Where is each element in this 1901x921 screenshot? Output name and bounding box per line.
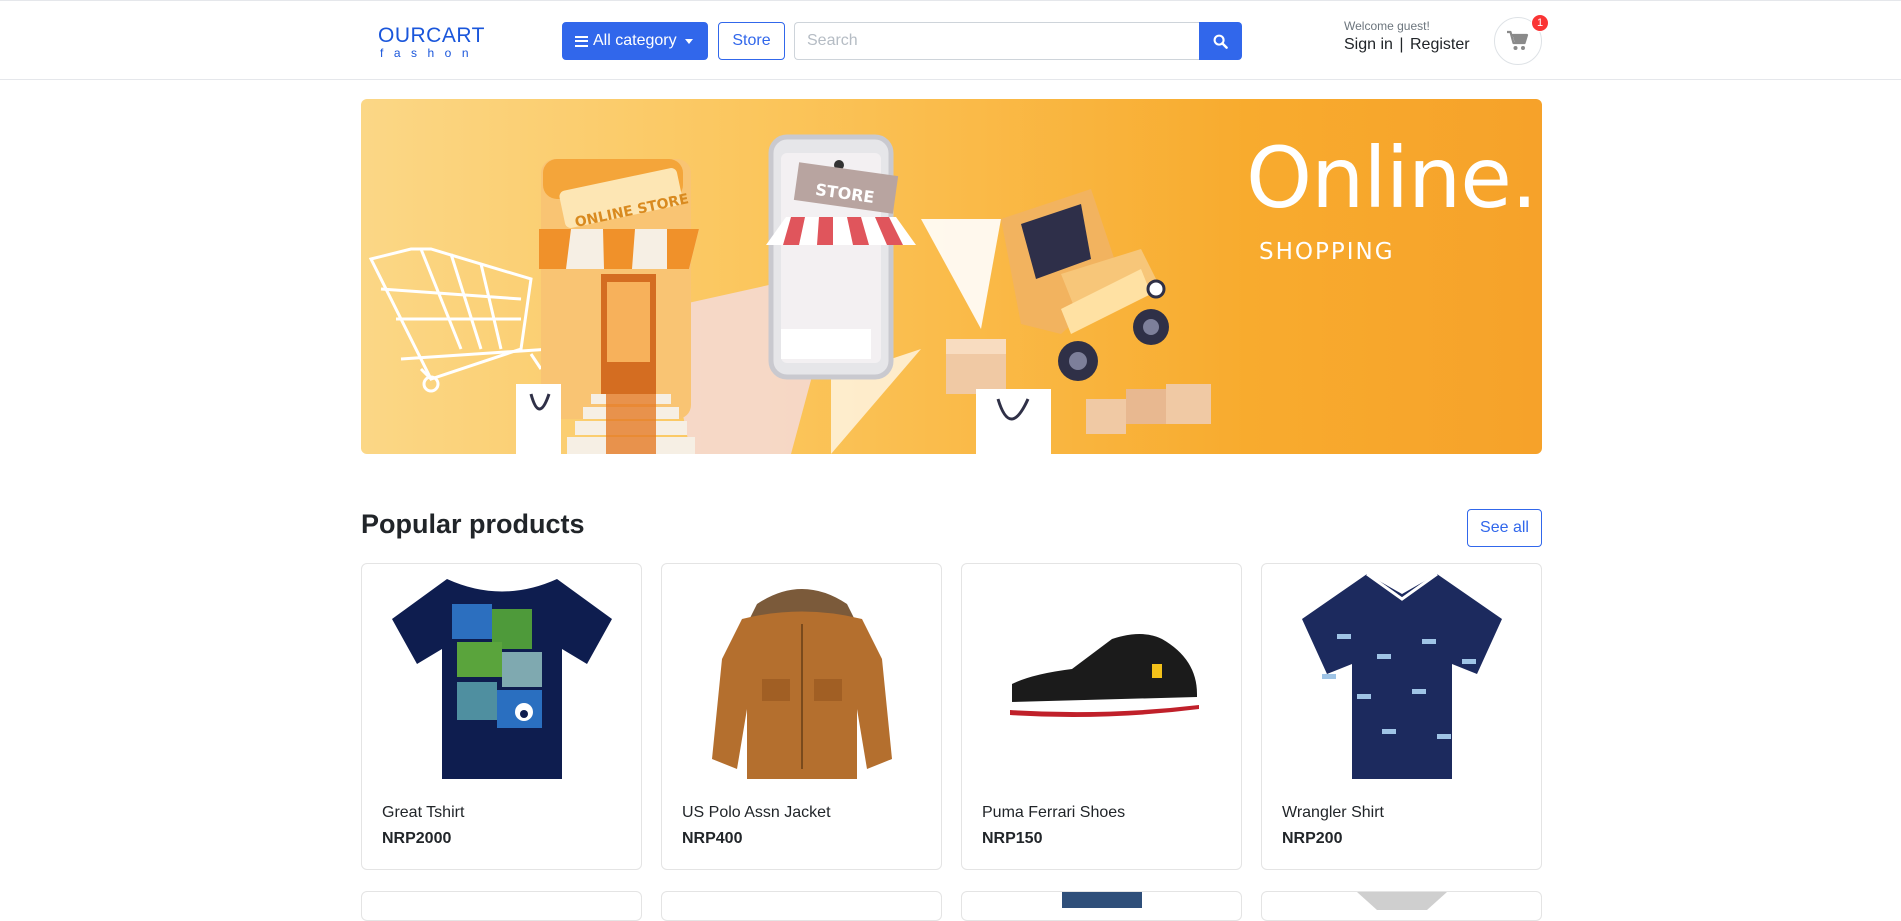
tshirt-image: [392, 579, 612, 779]
cart-illustration: [368, 247, 560, 393]
product-name[interactable]: Great Tshirt: [382, 804, 464, 822]
product-name[interactable]: Wrangler Shirt: [1282, 804, 1384, 822]
cart-count-badge: 1: [1531, 14, 1549, 32]
see-all-button[interactable]: See all: [1467, 509, 1542, 547]
shoes-image: [1010, 634, 1199, 717]
auth-separator: |: [1399, 36, 1404, 53]
site-logo[interactable]: OURCART fashon: [378, 24, 485, 60]
banner-title: Online.: [1246, 129, 1538, 227]
phone-illustration: STORE: [766, 134, 916, 380]
welcome-text: Welcome guest!: [1344, 19, 1430, 33]
product-card[interactable]: Wrangler Shirt NRP200: [1261, 563, 1542, 870]
auth-links: Sign in | Register: [1344, 36, 1470, 54]
jacket-image: [712, 589, 892, 779]
popular-products-title: Popular products: [361, 509, 585, 539]
product-card[interactable]: Great Tshirt NRP2000: [361, 563, 642, 870]
shopping-cart-icon: [1507, 30, 1529, 50]
search-input[interactable]: [794, 22, 1200, 60]
store-illustration: ONLINE STORE: [539, 159, 699, 454]
store-button[interactable]: Store: [718, 22, 785, 60]
product-price: NRP200: [1282, 830, 1343, 847]
site-header: OURCART fashon All category Store Welcom…: [0, 0, 1901, 80]
signin-link[interactable]: Sign in: [1344, 36, 1393, 53]
product-card[interactable]: [1261, 891, 1542, 921]
shirt-image: [1302, 572, 1502, 779]
all-category-label: All category: [593, 32, 677, 49]
search-icon: [1213, 34, 1228, 49]
product-card[interactable]: Puma Ferrari Shoes NRP150: [961, 563, 1242, 870]
truck-illustration: [1001, 189, 1169, 381]
product-name[interactable]: Puma Ferrari Shoes: [982, 804, 1125, 822]
product-price: NRP2000: [382, 830, 452, 847]
caret-down-icon: [684, 38, 693, 44]
all-category-button[interactable]: All category: [562, 22, 708, 60]
menu-bars-icon: [575, 35, 588, 47]
product-card[interactable]: US Polo Assn Jacket NRP400: [661, 563, 942, 870]
product-card[interactable]: [361, 891, 642, 921]
banner-subtitle: SHOPPING: [1259, 239, 1395, 265]
product-card[interactable]: [661, 891, 942, 921]
product-name[interactable]: US Polo Assn Jacket: [682, 804, 831, 822]
search-button[interactable]: [1199, 22, 1242, 60]
logo-subtitle: fashon: [380, 46, 480, 60]
product-card[interactable]: [961, 891, 1242, 921]
product-price: NRP400: [682, 830, 743, 847]
product-price: NRP150: [982, 830, 1043, 847]
promo-banner[interactable]: ONLINE STORE STORE Online. SHOPPING: [361, 99, 1542, 454]
register-link[interactable]: Register: [1410, 36, 1470, 53]
logo-brand: OURCART: [378, 24, 485, 47]
